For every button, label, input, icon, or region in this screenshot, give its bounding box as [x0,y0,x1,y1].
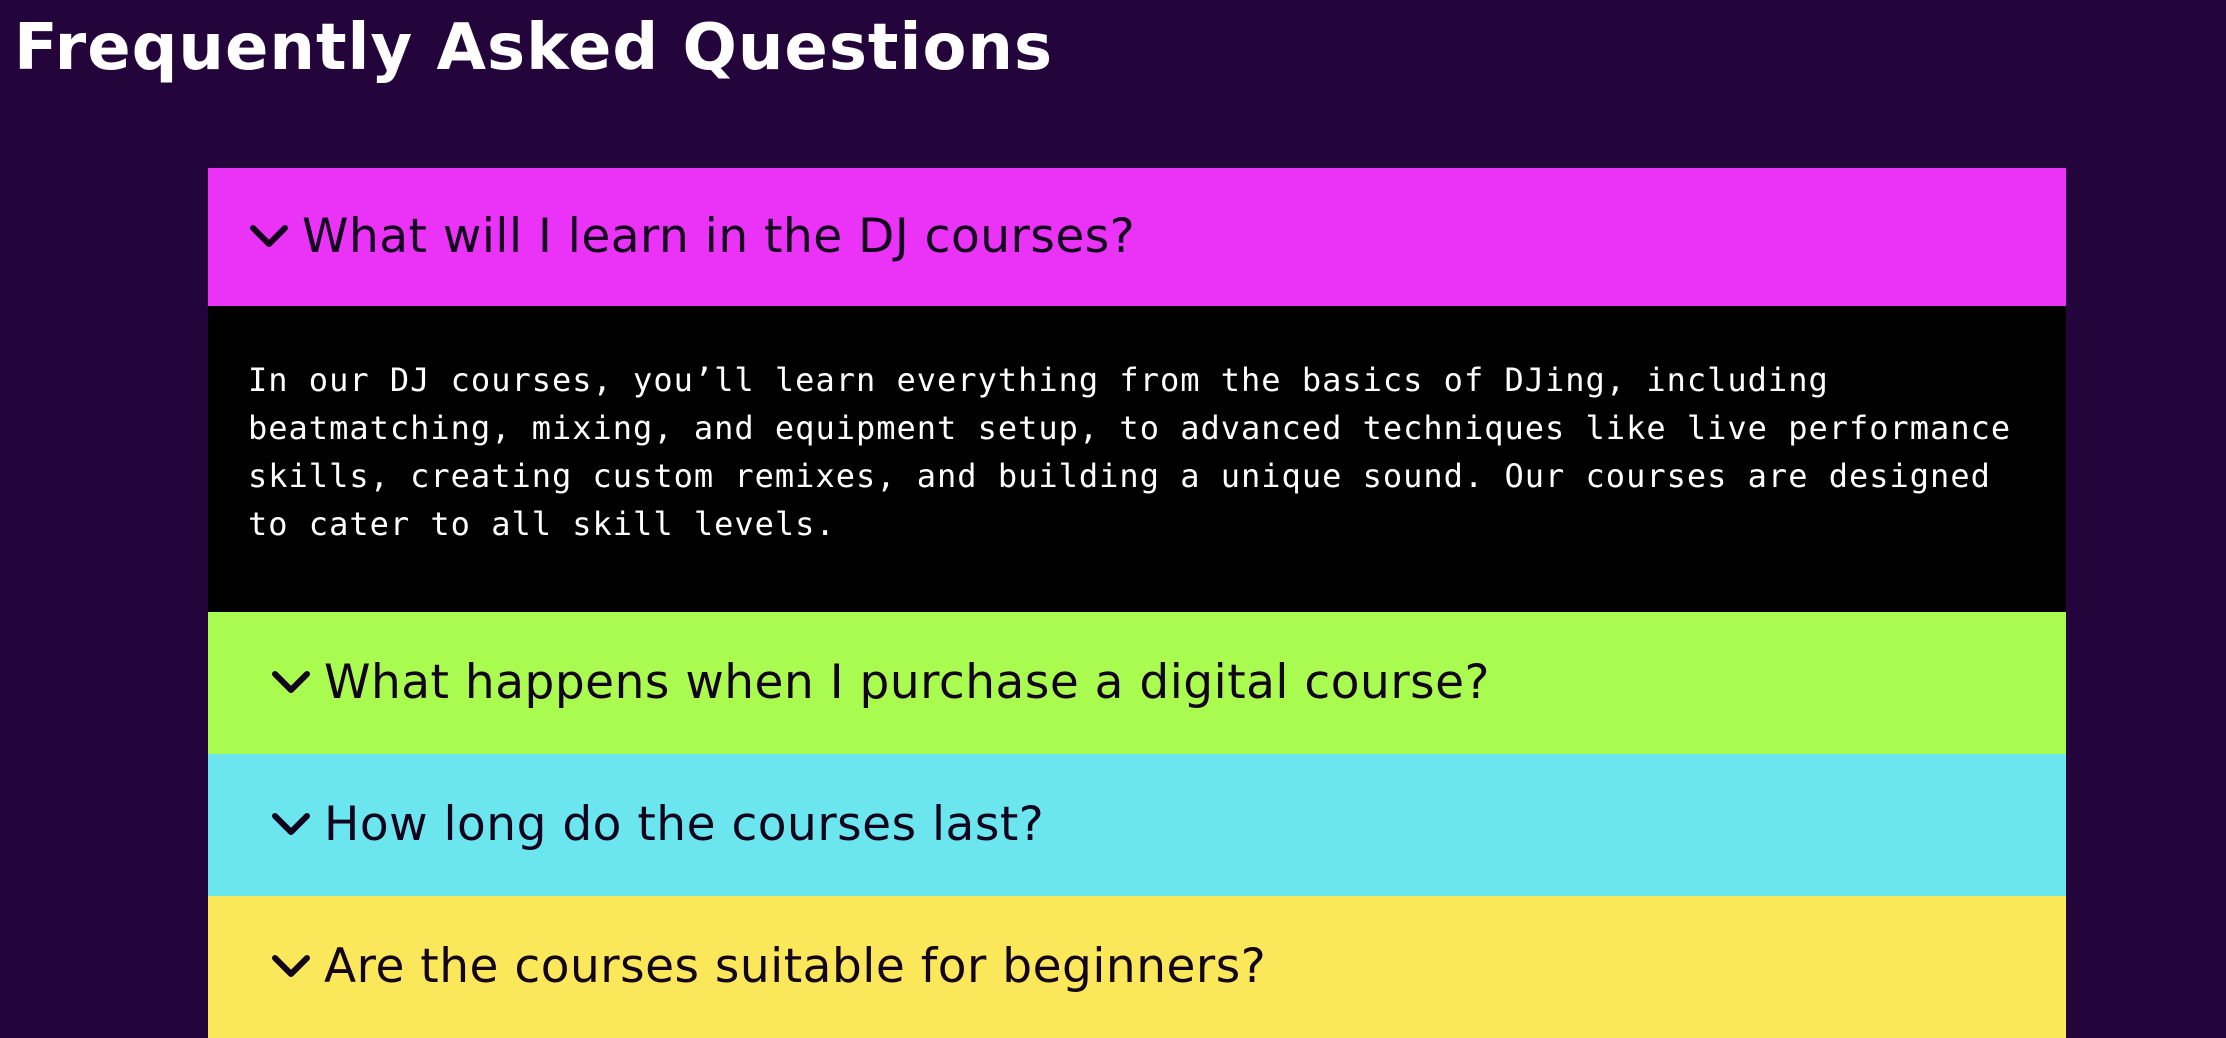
faq-answer-text: In our DJ courses, you’ll learn everythi… [248,361,2012,543]
faq-question: Are the courses suitable for beginners? [324,939,1267,994]
faq-item-purchase: What happens when I purchase a digital c… [208,612,2066,754]
chevron-down-icon [270,946,312,988]
page-title: Frequently Asked Questions [14,11,1054,85]
faq-question: What will I learn in the DJ courses? [302,209,1136,264]
faq-item-duration: How long do the courses last? [208,754,2066,896]
faq-answer: In our DJ courses, you’ll learn everythi… [208,306,2066,612]
chevron-down-icon [270,804,312,846]
faq-item-beginners: Are the courses suitable for beginners? [208,896,2066,1038]
chevron-down-icon [248,216,290,258]
faq-question: What happens when I purchase a digital c… [324,655,1490,710]
faq-question: How long do the courses last? [324,797,1045,852]
faq-question-header[interactable]: Are the courses suitable for beginners? [208,896,2066,1038]
faq-question-header[interactable]: What will I learn in the DJ courses? [208,168,2066,306]
chevron-down-icon [270,662,312,704]
faq-item-learn: What will I learn in the DJ courses? In … [208,168,2066,612]
faq-question-header[interactable]: How long do the courses last? [208,754,2066,896]
faq-list: What will I learn in the DJ courses? In … [208,168,2066,1038]
faq-question-header[interactable]: What happens when I purchase a digital c… [208,612,2066,754]
